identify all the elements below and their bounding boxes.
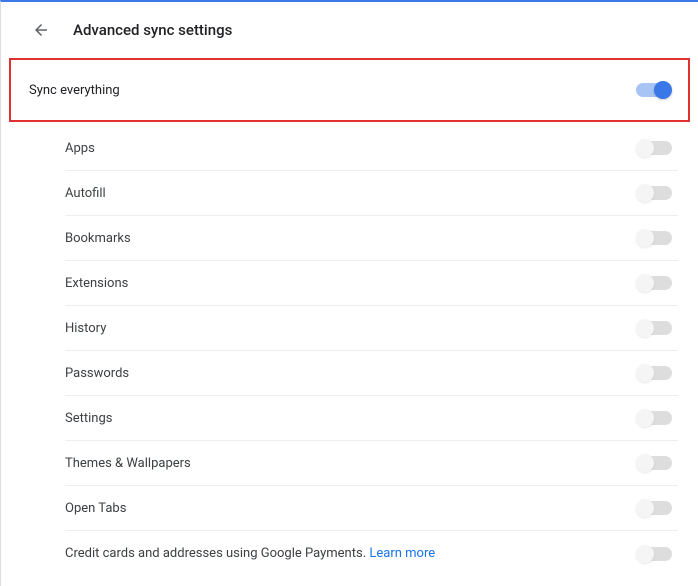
sync-item-toggle-themes-wallpapers xyxy=(638,456,672,470)
sync-item-label: Settings xyxy=(65,411,112,426)
sync-item-credit-cards: Credit cards and addresses using Google … xyxy=(65,531,678,576)
sync-item-autofill: Autofill xyxy=(65,171,678,216)
sync-item-toggle-history xyxy=(638,321,672,335)
highlight-box: Sync everything xyxy=(9,58,690,122)
sync-item-apps: Apps xyxy=(65,126,678,171)
sync-item-toggle-passwords xyxy=(638,366,672,380)
sync-item-settings: Settings xyxy=(65,396,678,441)
sync-everything-label: Sync everything xyxy=(29,83,120,98)
sync-everything-row: Sync everything xyxy=(29,68,676,112)
sync-item-history: History xyxy=(65,306,678,351)
sync-item-label: Apps xyxy=(65,141,95,156)
sync-item-open-tabs: Open Tabs xyxy=(65,486,678,531)
sync-item-label: Open Tabs xyxy=(65,501,126,516)
sync-item-label: Passwords xyxy=(65,366,129,381)
sync-item-toggle-settings xyxy=(638,411,672,425)
page-header: Advanced sync settings xyxy=(1,2,698,58)
sync-item-toggle-credit-cards xyxy=(638,547,672,561)
sync-item-label: Credit cards and addresses using Google … xyxy=(65,546,435,561)
page-title: Advanced sync settings xyxy=(73,21,232,39)
sync-item-label: Themes & Wallpapers xyxy=(65,456,191,471)
sync-item-extensions: Extensions xyxy=(65,261,678,306)
sync-item-themes-wallpapers: Themes & Wallpapers xyxy=(65,441,678,486)
back-arrow-icon[interactable] xyxy=(31,20,51,40)
sync-item-label: History xyxy=(65,321,106,336)
sync-item-toggle-open-tabs xyxy=(638,501,672,515)
sync-item-label: Bookmarks xyxy=(65,231,131,246)
sync-item-passwords: Passwords xyxy=(65,351,678,396)
sync-item-label: Extensions xyxy=(65,276,128,291)
sync-items-list: Apps Autofill Bookmarks Extensions History Pa… xyxy=(1,122,698,576)
sync-item-toggle-autofill xyxy=(638,186,672,200)
sync-item-bookmarks: Bookmarks xyxy=(65,216,678,261)
settings-page: Advanced sync settings Sync everything A… xyxy=(0,0,698,586)
credit-label-text: Credit cards and addresses using Google … xyxy=(65,546,369,561)
sync-item-toggle-bookmarks xyxy=(638,231,672,245)
learn-more-link[interactable]: Learn more xyxy=(369,546,435,561)
sync-item-label: Autofill xyxy=(65,186,106,201)
sync-item-toggle-apps xyxy=(638,141,672,155)
sync-item-toggle-extensions xyxy=(638,276,672,290)
sync-everything-toggle[interactable] xyxy=(636,83,670,97)
